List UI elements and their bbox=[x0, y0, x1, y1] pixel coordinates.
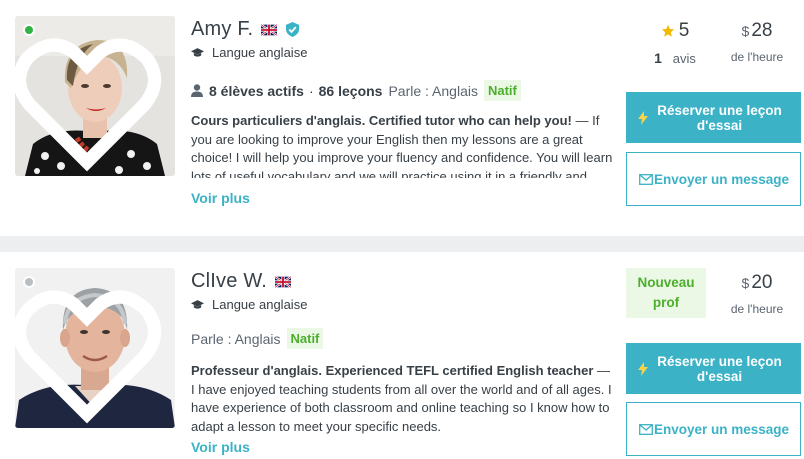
see-more-link[interactable]: Voir plus bbox=[191, 439, 250, 455]
price-value: 20 bbox=[751, 272, 773, 293]
reviews-count: 1 bbox=[654, 50, 662, 66]
send-message-label: Envoyer un message bbox=[653, 171, 790, 187]
send-message-label: Envoyer un message bbox=[653, 421, 790, 437]
price-value: 28 bbox=[751, 20, 773, 41]
subject-row: Langue anglaise bbox=[191, 45, 307, 60]
book-trial-lesson-label: Réserver une leçon d'essai bbox=[657, 353, 782, 384]
stats-separator: · bbox=[308, 82, 314, 99]
book-trial-lesson-button[interactable]: Réserver une leçon d'essai bbox=[626, 343, 801, 394]
person-icon bbox=[191, 84, 203, 97]
lightning-icon bbox=[638, 361, 648, 376]
graduation-cap-icon bbox=[191, 299, 204, 309]
speaks-label: Parle : Anglais bbox=[388, 82, 478, 99]
rating-value: 5 bbox=[678, 20, 690, 41]
per-hour-label: de l'heure bbox=[730, 302, 784, 316]
tutor-description: Professeur d'anglais. Experienced TEFL c… bbox=[191, 362, 613, 438]
reviews-label: avis bbox=[672, 51, 696, 66]
currency-symbol: $ bbox=[741, 23, 750, 39]
send-message-button[interactable]: Envoyer un message bbox=[626, 402, 801, 456]
tutor-languages-row: Parle : Anglais Natif bbox=[191, 328, 324, 349]
currency-symbol: $ bbox=[741, 275, 750, 291]
price-block: $20 de l'heure bbox=[724, 272, 790, 316]
tutor-name-row: ClIve W. bbox=[191, 270, 292, 293]
envelope-icon bbox=[639, 423, 653, 435]
book-trial-lesson-button[interactable]: Réserver une leçon d'essai bbox=[626, 92, 801, 143]
star-icon bbox=[661, 24, 674, 37]
tutor-photo[interactable] bbox=[15, 268, 175, 428]
send-message-button[interactable]: Envoyer un message bbox=[626, 152, 801, 206]
uk-flag-icon bbox=[275, 275, 292, 288]
tutor-name[interactable]: Amy F. bbox=[191, 18, 253, 41]
tutor-description: Cours particuliers d'anglais. Certified … bbox=[191, 112, 613, 178]
lessons-count: 86 leçons bbox=[318, 82, 383, 99]
description-headline: Professeur d'anglais. Experienced TEFL c… bbox=[191, 363, 594, 378]
native-badge: Natif bbox=[483, 80, 521, 101]
price-block: $28 de l'heure bbox=[724, 20, 790, 64]
native-badge: Natif bbox=[286, 328, 324, 349]
see-more-link[interactable]: Voir plus bbox=[191, 190, 250, 206]
tutor-stats-row: 8 élèves actifs · 86 leçons Parle : Angl… bbox=[191, 80, 521, 101]
lightning-icon bbox=[638, 110, 648, 125]
active-students-count: 8 élèves actifs bbox=[209, 82, 304, 99]
envelope-icon bbox=[639, 173, 653, 185]
heart-icon[interactable] bbox=[15, 274, 167, 428]
heart-icon[interactable] bbox=[15, 22, 167, 176]
description-headline: Cours particuliers d'anglais. Certified … bbox=[191, 113, 572, 128]
tutor-card[interactable]: Amy F. Langue anglaise 8 élèves actifs ·… bbox=[0, 0, 804, 236]
new-tutor-badge: Nouveau prof bbox=[626, 268, 706, 318]
tutor-photo[interactable] bbox=[15, 16, 175, 176]
subject-label: Langue anglaise bbox=[212, 45, 308, 60]
verified-shield-icon bbox=[286, 22, 300, 37]
book-trial-lesson-label: Réserver une leçon d'essai bbox=[657, 102, 782, 133]
uk-flag-icon bbox=[261, 23, 278, 36]
tutor-name[interactable]: ClIve W. bbox=[191, 270, 267, 293]
rating-block: 5 1 avis bbox=[640, 20, 710, 66]
tutor-name-row: Amy F. bbox=[191, 18, 300, 41]
subject-label: Langue anglaise bbox=[212, 297, 308, 312]
graduation-cap-icon bbox=[191, 47, 204, 57]
card-separator bbox=[0, 236, 804, 252]
subject-row: Langue anglaise bbox=[191, 297, 307, 312]
speaks-label: Parle : Anglais bbox=[191, 330, 281, 347]
per-hour-label: de l'heure bbox=[730, 50, 784, 64]
